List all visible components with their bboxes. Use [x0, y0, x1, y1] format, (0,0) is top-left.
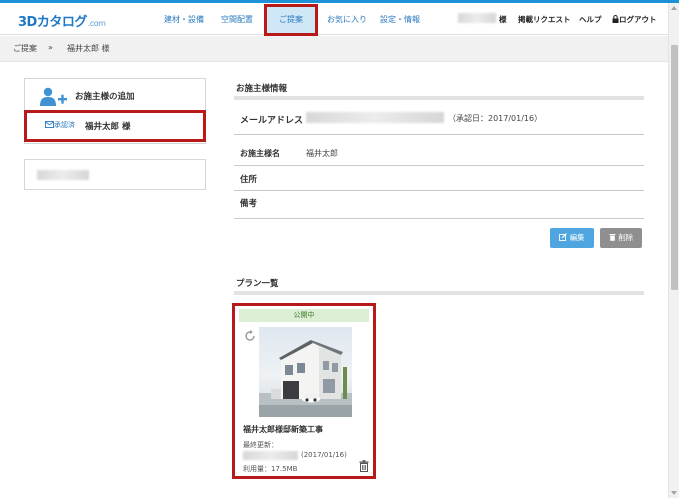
- section-divider: [234, 96, 644, 100]
- nav-space-layout[interactable]: 空間配置: [221, 14, 253, 25]
- site-logo[interactable]: 3Dカタログ.com: [18, 11, 106, 30]
- user-add-icon[interactable]: [39, 87, 69, 107]
- logo-text: 3Dカタログ: [18, 15, 87, 30]
- help-link[interactable]: ヘルプ: [579, 14, 602, 25]
- scroll-up-arrow-icon[interactable]: [671, 6, 677, 10]
- client-list-item-redacted[interactable]: [24, 159, 206, 190]
- scrollbar[interactable]: [668, 3, 679, 498]
- plan-name[interactable]: 福井太郎様邸新築工事: [243, 424, 323, 435]
- storage-usage: 利用量：17.5MB: [243, 465, 298, 473]
- email-label: メールアドレス: [240, 116, 304, 126]
- approved-status: 承認済: [45, 120, 75, 130]
- redacted-email: [306, 112, 444, 123]
- client-list-item[interactable]: 承認済 福井太郎 様: [24, 110, 206, 142]
- row-divider: [234, 165, 644, 166]
- redacted-client: [37, 170, 89, 180]
- edit-label: 編集: [569, 233, 585, 242]
- last-updated-label: 最終更新：: [243, 441, 278, 449]
- breadcrumb-separator: »: [48, 43, 53, 52]
- house-image: [259, 340, 352, 417]
- reload-icon[interactable]: [244, 330, 256, 342]
- header: 3Dカタログ.com 建材・設備 空間配置 ご提案 お気に入り 設定・情報 様 …: [0, 3, 668, 36]
- client-info-title: お施主様情報: [236, 84, 288, 94]
- public-status-badge: 公開中: [239, 309, 369, 322]
- scroll-down-arrow-icon[interactable]: [671, 491, 677, 495]
- row-divider: [234, 218, 644, 219]
- redacted-username: [458, 13, 496, 23]
- nav-proposal-label: ご提案: [279, 15, 303, 24]
- logo-suffix: .com: [87, 19, 106, 28]
- nav-proposal[interactable]: ご提案: [264, 4, 318, 36]
- breadcrumb-root[interactable]: ご提案: [13, 43, 37, 54]
- address-label: 住所: [240, 175, 258, 185]
- delete-label: 削除: [618, 233, 634, 242]
- last-updated-date: (2017/01/16): [301, 451, 347, 459]
- trash-icon: [609, 234, 616, 241]
- delete-button[interactable]: 削除: [600, 228, 642, 248]
- approved-status-label: 承認済: [54, 121, 75, 129]
- edit-button[interactable]: 編集: [550, 228, 594, 248]
- breadcrumb-current: 福井太郎 様: [67, 44, 110, 53]
- row-divider: [234, 134, 644, 135]
- nav-settings[interactable]: 設定・情報: [380, 14, 420, 25]
- nav-favorites[interactable]: お気に入り: [327, 14, 367, 25]
- section-divider: [234, 291, 644, 295]
- redacted-updater: [243, 451, 298, 460]
- user-suffix: 様: [499, 15, 507, 24]
- client-name-value: 福井太郎: [306, 149, 338, 158]
- logout-link[interactable]: ログアウト: [612, 14, 657, 25]
- client-name: 福井太郎 様: [85, 122, 131, 132]
- logout-label: ログアウト: [619, 15, 657, 24]
- row-divider: [234, 190, 644, 191]
- add-client-label[interactable]: お施主様の追加: [75, 90, 135, 102]
- notes-label: 備考: [240, 199, 258, 209]
- approved-date: （承認日：2017/01/16）: [448, 114, 543, 123]
- breadcrumb: ご提案 » 福井太郎 様: [0, 36, 668, 62]
- lock-icon: [612, 15, 619, 23]
- plan-trash-icon[interactable]: [359, 460, 369, 472]
- nav-materials[interactable]: 建材・設備: [164, 14, 204, 25]
- edit-icon: [559, 233, 568, 241]
- mail-icon: [45, 121, 54, 128]
- scroll-thumb[interactable]: [671, 45, 678, 290]
- house-thumbnail[interactable]: [259, 327, 352, 417]
- plan-list-title: プラン一覧: [236, 279, 279, 289]
- client-name-label: お施主様名: [240, 149, 280, 158]
- request-link[interactable]: 掲載リクエスト: [518, 14, 571, 25]
- plan-card[interactable]: 公開中 福井太郎様邸新築工事 最終更新： (2017/01/16) 利用量：17…: [232, 303, 376, 479]
